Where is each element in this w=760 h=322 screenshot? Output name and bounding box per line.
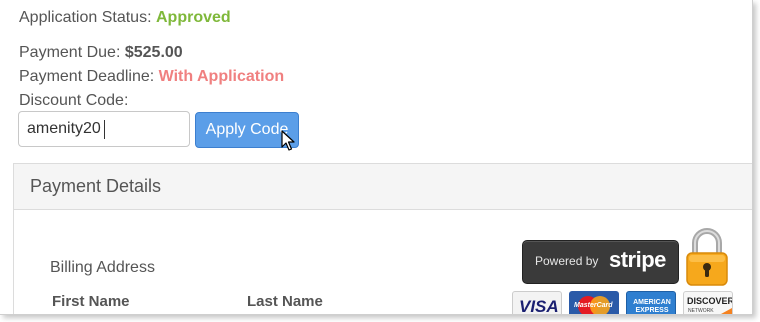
powered-by-stripe-badge: Powered by stripe <box>522 240 679 284</box>
amex-card-icon: AMERICAN EXPRESS <box>626 291 676 314</box>
billing-address-heading: Billing Address <box>50 259 155 276</box>
discover-card-icon: DISCOVER NETWORK <box>683 291 733 314</box>
mastercard-card-icon: MasterCard <box>569 291 619 314</box>
stripe-prefix-text: Powered by <box>535 254 599 268</box>
mastercard-card-text: MasterCard <box>574 302 613 309</box>
visa-card-text: VISA <box>519 297 559 315</box>
payment-due-row: Payment Due: $525.00 <box>19 43 183 63</box>
visa-card-icon: VISA <box>512 291 562 315</box>
discount-code-label: Discount Code: <box>19 92 129 109</box>
payment-deadline-value: With Application <box>158 68 285 85</box>
payment-deadline-label: Payment Deadline: <box>19 68 155 85</box>
text-caret <box>104 120 105 139</box>
application-status-row: Application Status: Approved <box>19 8 231 28</box>
payment-details-title: Payment Details <box>30 176 162 196</box>
discover-card-text: DISCOVER <box>687 296 733 306</box>
application-status-value: Approved <box>155 9 231 26</box>
first-name-header: First Name <box>52 293 130 310</box>
last-name-header: Last Name <box>247 293 323 310</box>
discover-flag-icon <box>710 308 732 314</box>
payment-due-label: Payment Due: <box>19 44 121 61</box>
payment-due-value: $525.00 <box>124 44 183 61</box>
payment-details-panel: Payment Details Billing Address First Na… <box>13 163 752 315</box>
stripe-logo-text: stripe <box>609 247 666 272</box>
padlock-icon <box>686 228 728 286</box>
amex-card-text: AMERICAN EXPRESS <box>633 299 671 314</box>
panel-header: Payment Details <box>14 164 752 210</box>
mouse-pointer-icon <box>281 130 295 151</box>
application-window: Application Status: Approved Payment Due… <box>0 0 753 315</box>
payment-deadline-row: Payment Deadline: With Application <box>19 67 284 87</box>
application-status-label: Application Status: <box>19 9 152 26</box>
